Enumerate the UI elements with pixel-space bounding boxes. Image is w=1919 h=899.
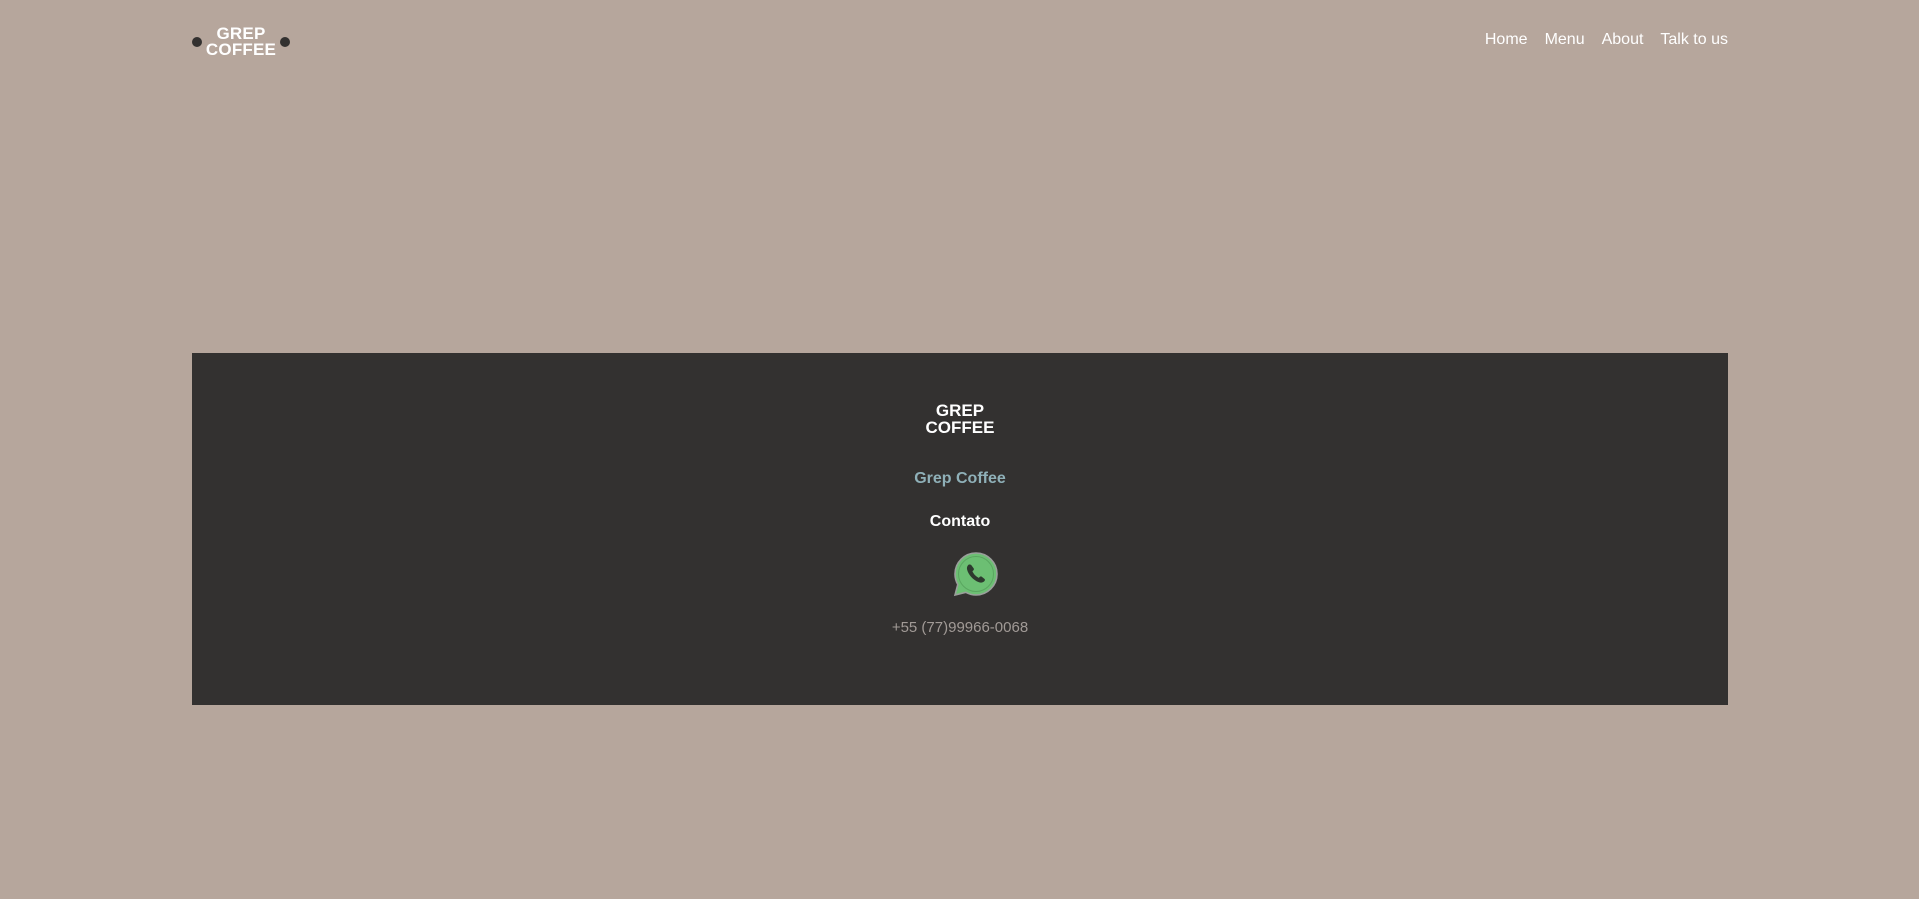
footer-contact-title: Contato <box>929 513 991 530</box>
logo-line-2: COFFEE <box>205 40 277 59</box>
whatsapp-icon[interactable] <box>951 549 1001 599</box>
header-logo[interactable]: GREP COFFEE <box>192 25 290 59</box>
logo-dot-left <box>192 37 202 47</box>
nav-link-about[interactable]: About <box>1602 29 1644 51</box>
footer-brand-name: Grep Coffee <box>914 470 1006 487</box>
logo-dot-right <box>280 37 290 47</box>
whatsapp-icon-graphic <box>953 552 998 597</box>
logo-text: GREP COFFEE <box>205 25 277 59</box>
nav-link-menu[interactable]: Menu <box>1545 29 1585 51</box>
nav-link-home[interactable]: Home <box>1485 29 1528 51</box>
site-header: GREP COFFEE Home Menu About Talk to us <box>192 0 1728 82</box>
footer-logo-line-2: COFFEE <box>925 418 995 437</box>
nav-link-talk-to-us[interactable]: Talk to us <box>1660 29 1728 51</box>
footer-logo-line-1: GREP <box>935 401 985 420</box>
footer-phone-number: +55 (77)99966-0068 <box>891 619 1029 636</box>
main-nav: Home Menu About Talk to us <box>1485 29 1728 51</box>
site-footer: GREP COFFEE Grep Coffee Contato +55 (77)… <box>192 353 1728 705</box>
footer-logo: GREP COFFEE <box>192 402 1728 436</box>
